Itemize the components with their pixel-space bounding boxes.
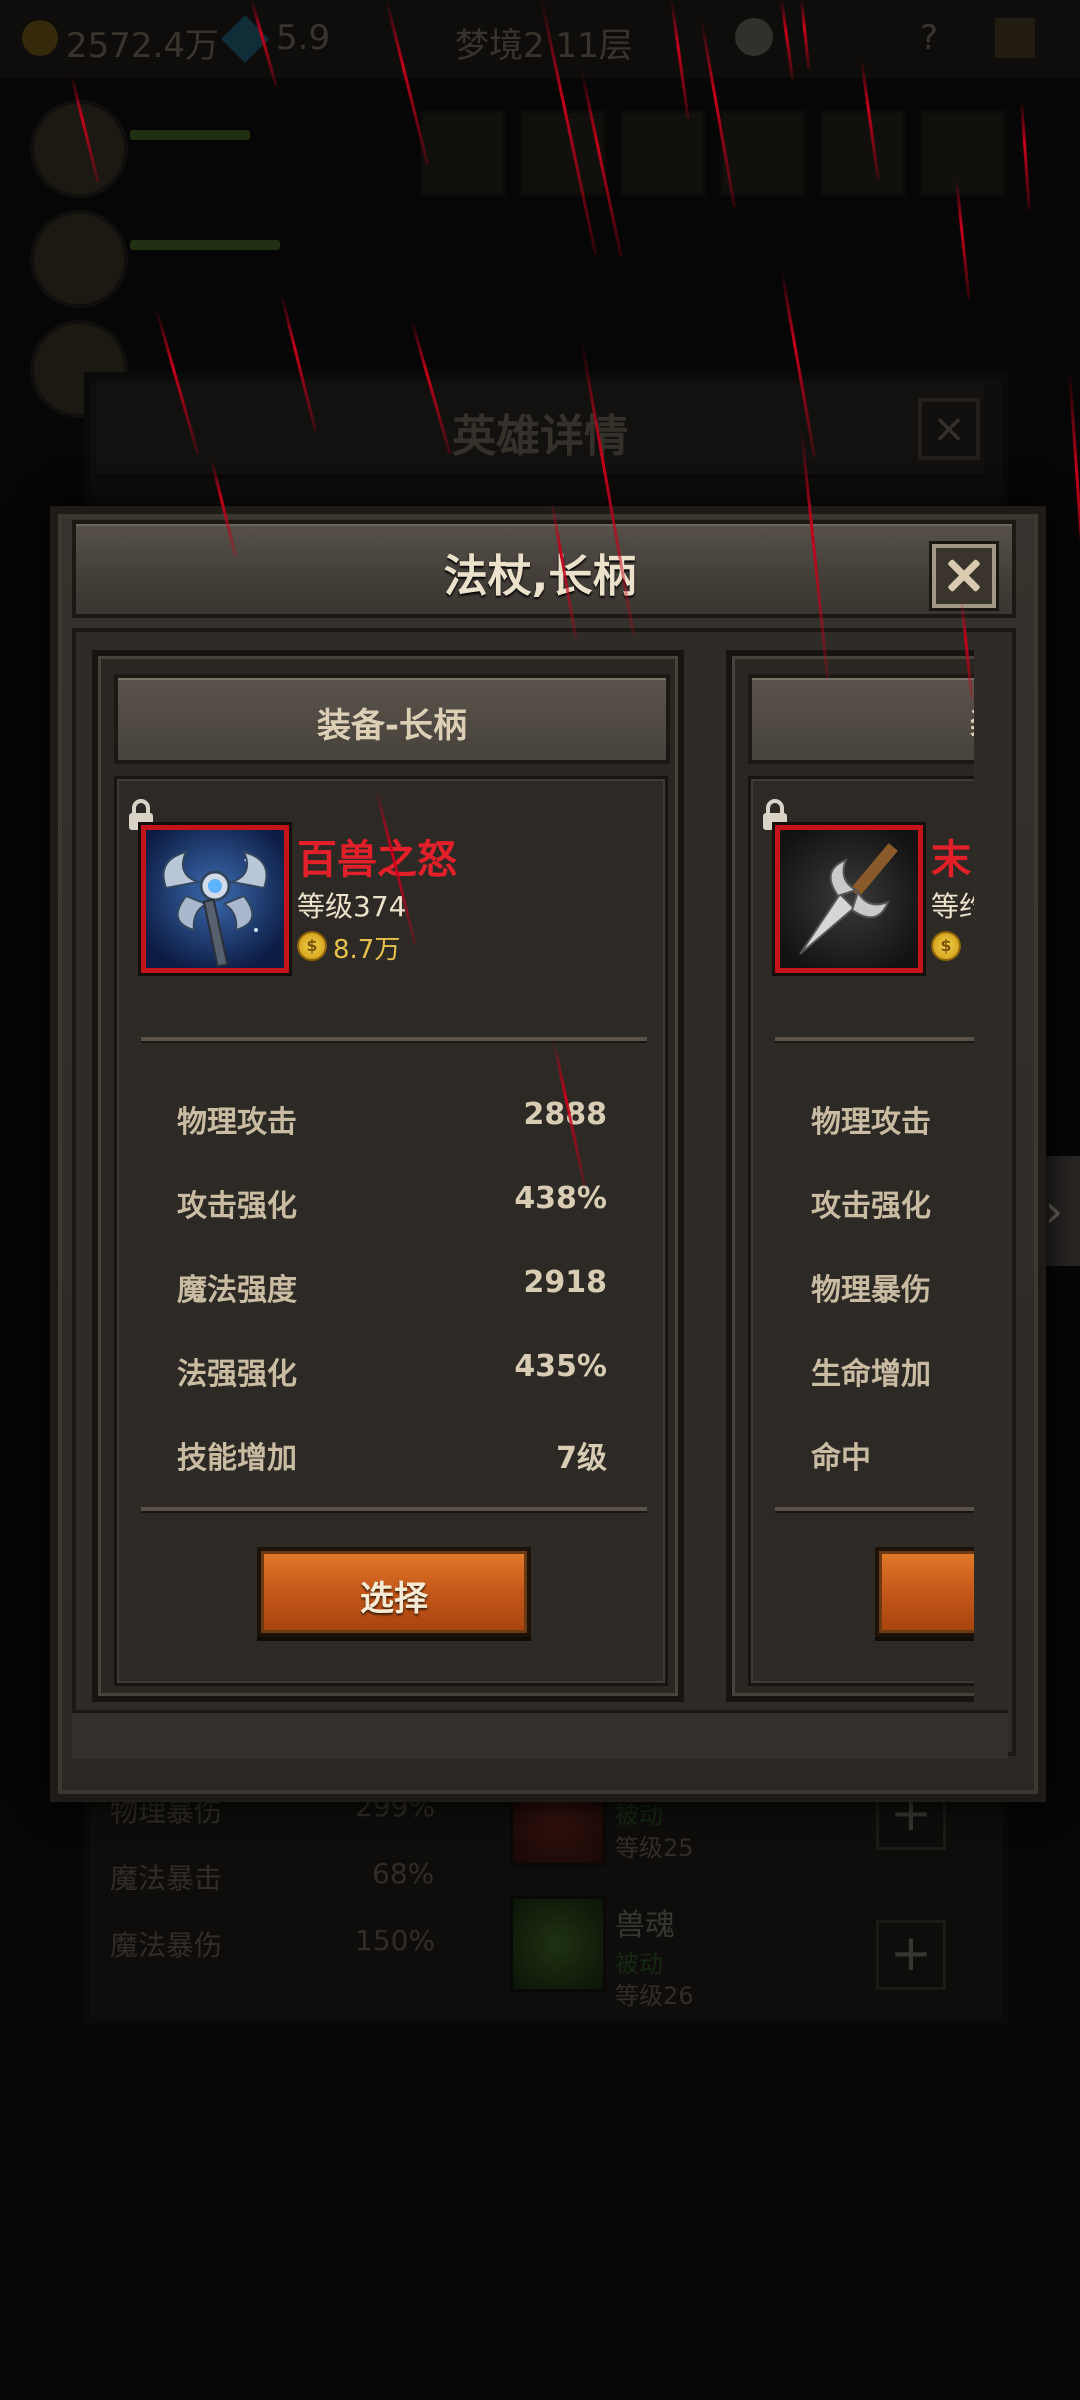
spear-item-icon[interactable] <box>775 825 923 973</box>
skill-type: 被动 <box>615 1950 663 1978</box>
divider <box>141 1037 647 1041</box>
hero-detail-close-button[interactable]: × <box>918 398 980 460</box>
stat-value: 2918 <box>523 1265 608 1300</box>
stat-name: 技能增加 <box>177 1441 297 1476</box>
card-header: 装备-长柄 <box>114 674 670 764</box>
modal-close-button[interactable] <box>932 544 996 608</box>
coin-icon: $ <box>297 931 327 961</box>
bg-stat-name: 魔法暴伤 <box>110 1929 223 1962</box>
card-header: 装 <box>748 674 974 764</box>
screen: 2572.4万 5.9 梦境2 11层 ? 英雄详情 × 物理暴伤 299% 魔… <box>0 0 1080 2400</box>
stat-row: 命中 <box>811 1433 974 1476</box>
menu-icon[interactable] <box>995 18 1035 58</box>
divider <box>775 1507 974 1511</box>
stat-name: 物理攻击 <box>177 1105 297 1140</box>
stat-row: 物理暴伤 <box>811 1265 974 1308</box>
skill-level: 等级26 <box>615 1982 694 2010</box>
item-slot[interactable] <box>420 110 506 196</box>
item-level: 等级374 <box>297 890 407 923</box>
modal-title: 法杖,长柄 <box>443 551 637 602</box>
gem-icon <box>220 14 270 64</box>
stat-row: 技能增加 7级 <box>177 1433 607 1476</box>
item-slot[interactable] <box>520 110 606 196</box>
stat-row: 攻击强化 <box>811 1181 974 1224</box>
select-button-label: 选择 <box>360 1579 428 1619</box>
gold-coin-icon <box>22 20 58 56</box>
stat-name: 生命增加 <box>811 1357 931 1392</box>
item-slot[interactable] <box>820 110 906 196</box>
skill-level: 等级25 <box>615 1834 694 1862</box>
item-slot[interactable] <box>920 110 1006 196</box>
modal-footer <box>72 1710 1008 1759</box>
stage-label: 梦境2 11层 <box>455 26 633 66</box>
bg-stat-name: 魔法暴击 <box>110 1862 223 1895</box>
select-button[interactable] <box>875 1547 974 1637</box>
skull-icon[interactable] <box>735 18 773 56</box>
equipment-card: 装备-长柄 百兽之怒 等级374 $ 8.7万 物理攻击 2888 攻击强化 4… <box>92 650 684 1702</box>
hp-bar <box>130 240 280 250</box>
staff-item-icon[interactable] <box>141 825 289 973</box>
stat-row: 魔法强度 2918 <box>177 1265 608 1308</box>
divider <box>775 1037 974 1041</box>
bg-stat-value: 150% <box>355 1924 436 1957</box>
card-header-label: 装备-长柄 <box>316 706 468 746</box>
card-body: 末 等约 $ 物理攻击 攻击强化 物理暴伤 生命增加 命中 <box>748 776 974 1686</box>
select-button[interactable]: 选择 <box>257 1547 531 1637</box>
gold-amount: 2572.4万 <box>66 26 219 66</box>
bg-stat-value: 68% <box>372 1857 435 1890</box>
stat-name: 法强强化 <box>177 1357 297 1392</box>
stat-name: 攻击强化 <box>811 1189 931 1224</box>
card-body: 百兽之怒 等级374 $ 8.7万 物理攻击 2888 攻击强化 438% 魔法… <box>114 776 668 1686</box>
stat-row: 攻击强化 438% <box>177 1181 607 1224</box>
stat-row: 物理攻击 2888 <box>177 1097 608 1140</box>
item-name: 末 <box>931 837 971 883</box>
divider <box>141 1507 647 1511</box>
item-slot[interactable] <box>620 110 706 196</box>
card-header-label: 装 <box>970 698 974 747</box>
stat-name: 物理暴伤 <box>811 1273 931 1308</box>
stat-value: 435% <box>514 1349 607 1384</box>
stat-row: 物理攻击 <box>811 1097 974 1140</box>
item-level: 等约 <box>931 890 974 923</box>
help-icon[interactable]: ? <box>920 18 938 58</box>
stat-name: 命中 <box>811 1441 871 1476</box>
item-price: 8.7万 <box>333 935 401 965</box>
top-resource-bar: 2572.4万 5.9 梦境2 11层 ? <box>0 0 1080 81</box>
coin-icon: $ <box>931 931 961 961</box>
stat-name: 物理攻击 <box>811 1105 931 1140</box>
gem-amount: 5.9 <box>276 18 331 58</box>
hero-portrait[interactable] <box>30 100 128 198</box>
hero-portrait[interactable] <box>30 210 128 308</box>
stat-value: 438% <box>514 1181 607 1216</box>
item-slot[interactable] <box>720 110 806 196</box>
stat-row: 生命增加 <box>811 1349 974 1392</box>
hp-bar <box>130 130 250 140</box>
equipment-card: 装 <box>726 650 974 1702</box>
stat-name: 攻击强化 <box>177 1189 297 1224</box>
equipment-card-list[interactable]: 装备-长柄 百兽之怒 等级374 $ 8.7万 物理攻击 2888 攻击强化 4… <box>82 640 974 1706</box>
stat-name: 魔法强度 <box>177 1273 297 1308</box>
skill-upgrade-button[interactable]: + <box>876 1920 946 1990</box>
skill-name: 兽魂 <box>615 1908 675 1943</box>
stat-value: 7级 <box>556 1441 607 1476</box>
stat-value: 2888 <box>523 1097 608 1132</box>
beast-soul-skill-icon[interactable] <box>510 1896 606 1992</box>
item-name: 百兽之怒 <box>297 837 457 883</box>
stat-row: 法强强化 435% <box>177 1349 607 1392</box>
